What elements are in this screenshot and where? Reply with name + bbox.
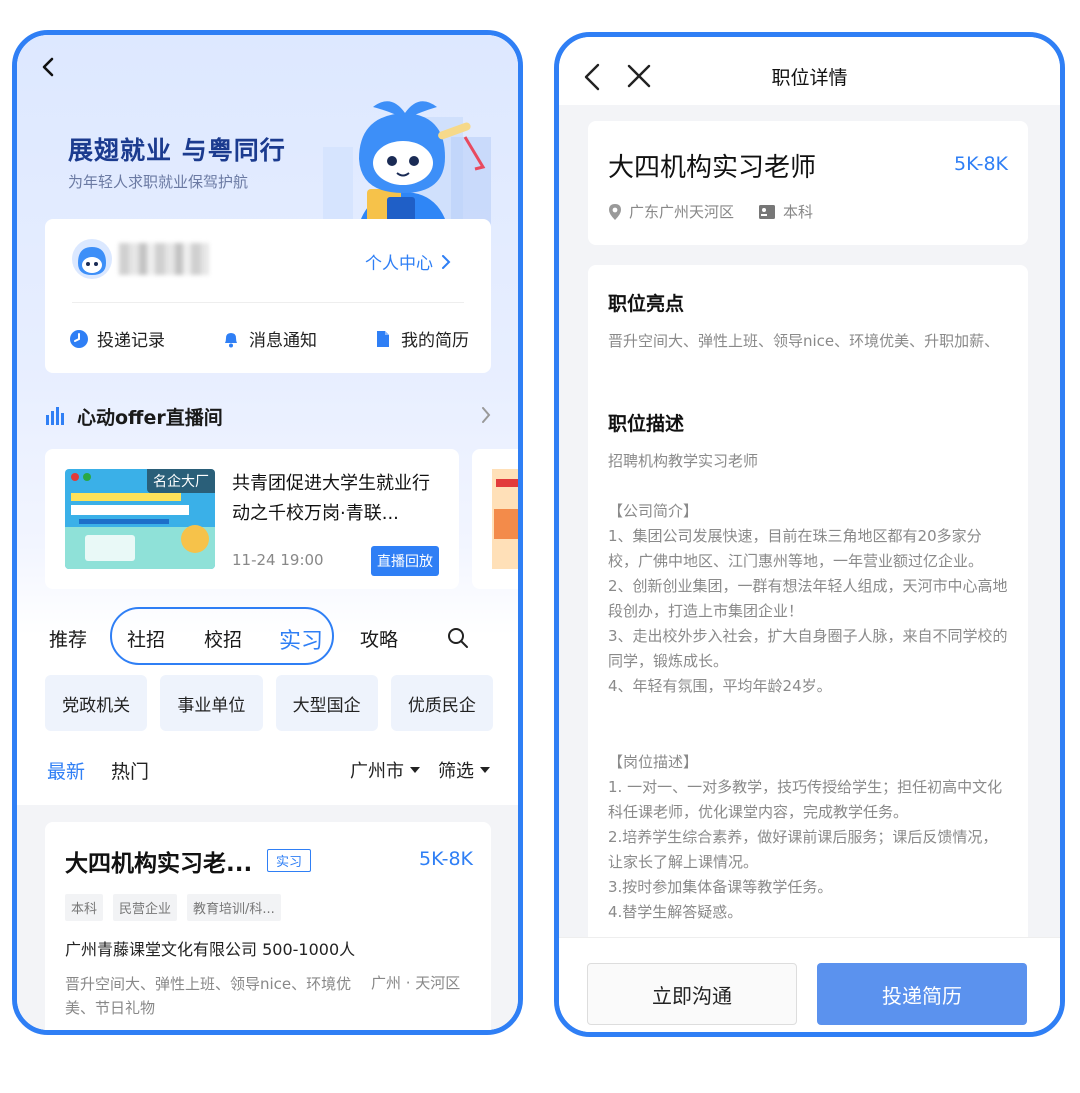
tab-recommend[interactable]: 推荐 bbox=[49, 625, 87, 652]
live-time: 11-24 19:00 bbox=[232, 551, 324, 569]
personal-center-label: 个人中心 bbox=[365, 254, 433, 274]
id-card-icon bbox=[759, 204, 776, 219]
username-blurred bbox=[119, 243, 209, 275]
description-intro: 招聘机构教学实习老师 bbox=[608, 452, 759, 470]
page-title: 职位详情 bbox=[771, 67, 848, 89]
city-label: 广州市 bbox=[350, 761, 404, 782]
job-location-text: 广东广州天河区 bbox=[629, 203, 735, 221]
live-poster-image bbox=[492, 469, 518, 569]
quick-action-label: 我的简历 bbox=[401, 331, 469, 351]
search-icon[interactable] bbox=[447, 627, 469, 649]
user-card: 个人中心 投递记录 消息通知 我的简历 bbox=[45, 219, 491, 373]
job-chips: 本科 民营企业 教育培训/科... bbox=[65, 894, 281, 921]
filter-private-enterprise[interactable]: 优质民企 bbox=[390, 675, 493, 731]
job-detail-card: 职位亮点 晋升空间大、弹性上班、领导nice、环境优美、升职加薪、 职位描述 招… bbox=[588, 265, 1028, 965]
chip-industry: 教育培训/科... bbox=[187, 894, 281, 921]
filter-public-institution[interactable]: 事业单位 bbox=[160, 675, 263, 731]
chevron-right-icon bbox=[442, 254, 451, 269]
filter-government[interactable]: 党政机关 bbox=[45, 675, 148, 731]
caret-down-icon bbox=[480, 767, 490, 773]
tab-social-recruit[interactable]: 社招 bbox=[127, 625, 165, 652]
job-type-tag: 实习 bbox=[267, 849, 312, 872]
company-intro-heading: 【公司简介】 bbox=[608, 502, 699, 520]
job-detail-screen: 职位详情 大四机构实习老师 5K-8K 广东广州天河区 本科 职位亮点 晋升空间… bbox=[554, 32, 1065, 1037]
bar-chart-icon bbox=[46, 407, 64, 425]
job-company: 广州青藤课堂文化有限公司 500-1000人 bbox=[65, 940, 356, 959]
chip-company-type: 民营企业 bbox=[113, 894, 178, 921]
action-bar: 立即沟通 投递简历 bbox=[559, 937, 1060, 1032]
description-heading: 职位描述 bbox=[608, 413, 685, 435]
tab-campus-recruit[interactable]: 校招 bbox=[204, 625, 242, 652]
avatar-mascot-icon bbox=[78, 247, 106, 275]
category-tabs: 推荐 社招 校招 实习 攻略 bbox=[47, 625, 497, 655]
quick-action-messages[interactable]: 消息通知 bbox=[221, 326, 317, 351]
quick-actions: 投递记录 消息通知 我的简历 bbox=[69, 326, 469, 351]
job-title: 大四机构实习老师 bbox=[608, 153, 817, 183]
document-icon bbox=[377, 330, 389, 347]
quick-action-resume[interactable]: 我的简历 bbox=[373, 326, 469, 351]
live-card[interactable]: 名企大厂 共青团促进大学生就业行动之千校万岗·青联... 11-24 19:00… bbox=[45, 449, 459, 589]
back-icon[interactable] bbox=[37, 55, 61, 79]
replay-button[interactable]: 直播回放 bbox=[371, 546, 439, 576]
hero-subtitle: 为年轻人求职就业保驾护航 bbox=[68, 173, 249, 191]
sort-hot[interactable]: 热门 bbox=[111, 757, 149, 784]
post-desc-heading: 【岗位描述】 bbox=[608, 753, 699, 771]
live-section-header[interactable]: 心动offer直播间 bbox=[45, 403, 491, 429]
job-location: 广东广州天河区 bbox=[608, 201, 734, 222]
job-title: 大四机构实习老... bbox=[65, 851, 253, 877]
highlights-text: 晋升空间大、弹性上班、领导nice、环境优美、升职加薪、 bbox=[608, 332, 1000, 350]
job-location: 广州 · 天河区 bbox=[371, 974, 461, 992]
caret-down-icon bbox=[410, 767, 420, 773]
personal-center-link[interactable]: 个人中心 bbox=[365, 249, 451, 274]
job-salary: 5K-8K bbox=[419, 848, 473, 870]
sort-row: 最新 热门 广州市 筛选 bbox=[47, 757, 497, 783]
filter-state-enterprise[interactable]: 大型国企 bbox=[275, 675, 378, 731]
city-dropdown[interactable]: 广州市 bbox=[350, 757, 420, 783]
job-salary: 5K-8K bbox=[954, 153, 1008, 175]
job-education: 本科 bbox=[758, 201, 813, 222]
tab-internship[interactable]: 实习 bbox=[279, 623, 323, 655]
live-section-title: 心动offer直播间 bbox=[77, 406, 223, 429]
live-badge: 名企大厂 bbox=[147, 469, 215, 493]
filter-label: 筛选 bbox=[438, 761, 474, 782]
post-desc-text: 1. 一对一、一对多教学，技巧传授给学生；担任初高中文化科任课老师，优化课堂内容… bbox=[608, 778, 1003, 921]
org-type-filters: 党政机关 事业单位 大型国企 优质民企 bbox=[45, 675, 493, 731]
bell-icon bbox=[225, 332, 237, 347]
company-intro-text: 1、集团公司发展快速，目前在珠三角地区都有20多家分校，广佛中地区、江门惠州等地… bbox=[608, 527, 1008, 695]
live-card-next[interactable] bbox=[472, 449, 518, 589]
quick-action-records[interactable]: 投递记录 bbox=[69, 326, 165, 351]
job-summary-card: 大四机构实习老师 5K-8K 广东广州天河区 本科 bbox=[588, 121, 1028, 245]
tab-guide[interactable]: 攻略 bbox=[360, 625, 398, 652]
live-thumbnail: 名企大厂 bbox=[65, 469, 215, 569]
job-meta: 广东广州天河区 本科 bbox=[608, 201, 813, 222]
highlights-heading: 职位亮点 bbox=[608, 293, 685, 315]
nav-bar: 职位详情 bbox=[559, 37, 1060, 105]
job-education-text: 本科 bbox=[783, 203, 814, 221]
avatar[interactable] bbox=[72, 239, 112, 279]
clock-icon bbox=[70, 329, 88, 348]
job-benefits: 晋升空间大、弹性上班、领导nice、环境优美、节日礼物 bbox=[65, 975, 352, 1017]
chevron-right-icon bbox=[482, 407, 491, 423]
submit-resume-button[interactable]: 投递简历 bbox=[817, 963, 1027, 1025]
filter-dropdown[interactable]: 筛选 bbox=[438, 757, 490, 783]
job-list-screen: 展翅就业 与粤同行 为年轻人求职就业保驾护航 个人中心 投递记录 消息通知 我的… bbox=[12, 30, 523, 1035]
quick-action-label: 消息通知 bbox=[249, 331, 317, 351]
quick-action-label: 投递记录 bbox=[97, 331, 165, 351]
location-pin-icon bbox=[609, 203, 621, 220]
hero-title: 展翅就业 与粤同行 bbox=[68, 136, 286, 165]
sort-latest[interactable]: 最新 bbox=[47, 757, 85, 784]
chip-education: 本科 bbox=[65, 894, 104, 921]
divider bbox=[72, 302, 464, 303]
chat-now-button[interactable]: 立即沟通 bbox=[587, 963, 797, 1025]
live-title: 共青团促进大学生就业行动之千校万岗·青联... bbox=[232, 473, 430, 524]
job-card[interactable]: 大四机构实习老... 实习 5K-8K 本科 民营企业 教育培训/科... 广州… bbox=[45, 822, 491, 1030]
